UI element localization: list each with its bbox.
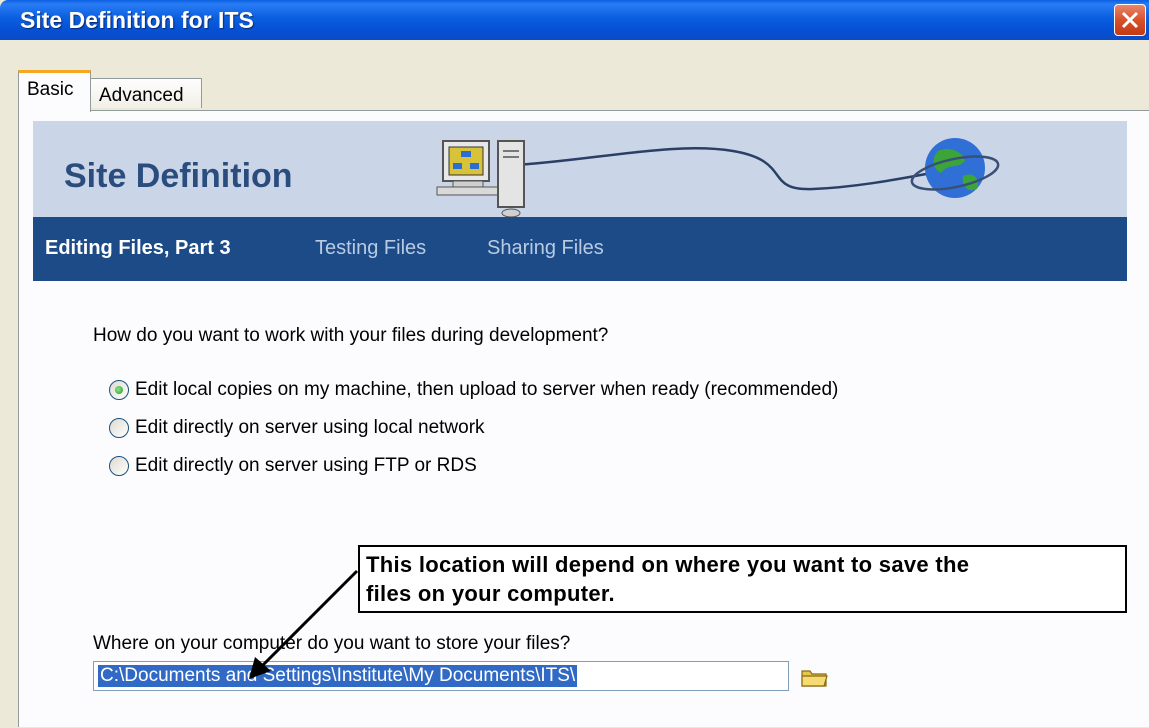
option-label: Edit directly on server using local netw… — [135, 417, 485, 438]
step-testing-files: Testing Files — [315, 237, 427, 259]
radio-selected-dot — [115, 386, 123, 394]
question-text: How do you want to work with your files … — [93, 325, 609, 346]
wizard-steps: Editing Files, Part 3 Testing Files Shar… — [33, 217, 1127, 281]
banner-title: Site Definition — [64, 157, 293, 195]
title-bar[interactable]: Site Definition for ITS — [0, 0, 1149, 40]
step-editing-files: Editing Files, Part 3 — [45, 237, 231, 259]
globe-icon — [910, 138, 1000, 198]
tab-panel: Site Definition Editing Files, Part 3 Te… — [18, 110, 1149, 727]
radio-button[interactable] — [109, 380, 129, 400]
banner: Site Definition — [33, 121, 1127, 217]
tab-basic[interactable]: Basic — [18, 70, 91, 112]
tab-advanced-label: Advanced — [99, 85, 184, 106]
storage-label: Where on your computer do you want to st… — [93, 633, 571, 654]
close-button[interactable] — [1114, 4, 1146, 36]
callout-line-2: files on your computer. — [366, 581, 615, 606]
option-label: Edit local copies on my machine, then up… — [135, 379, 839, 400]
radio-button[interactable] — [109, 456, 129, 476]
radio-button[interactable] — [109, 418, 129, 438]
tab-advanced[interactable]: Advanced — [90, 78, 202, 108]
step-sharing-files: Sharing Files — [487, 237, 604, 259]
annotation-callout: This location will depend on where you w… — [358, 545, 1127, 613]
folder-icon — [801, 670, 828, 687]
computer-icon — [436, 140, 525, 217]
callout-line-1: This location will depend on where you w… — [366, 552, 970, 577]
dialog-body: Basic Advanced Site Definition Editing F… — [0, 40, 1149, 727]
browse-folder-button[interactable] — [799, 665, 831, 689]
local-root-folder-input[interactable]: C:\Documents and Settings\Institute\My D… — [93, 661, 789, 691]
close-icon — [1121, 11, 1139, 29]
tab-basic-label: Basic — [27, 79, 74, 100]
local-root-folder-value: C:\Documents and Settings\Institute\My D… — [98, 665, 578, 687]
option-label: Edit directly on server using FTP or RDS — [135, 455, 477, 476]
window-title: Site Definition for ITS — [20, 7, 254, 33]
